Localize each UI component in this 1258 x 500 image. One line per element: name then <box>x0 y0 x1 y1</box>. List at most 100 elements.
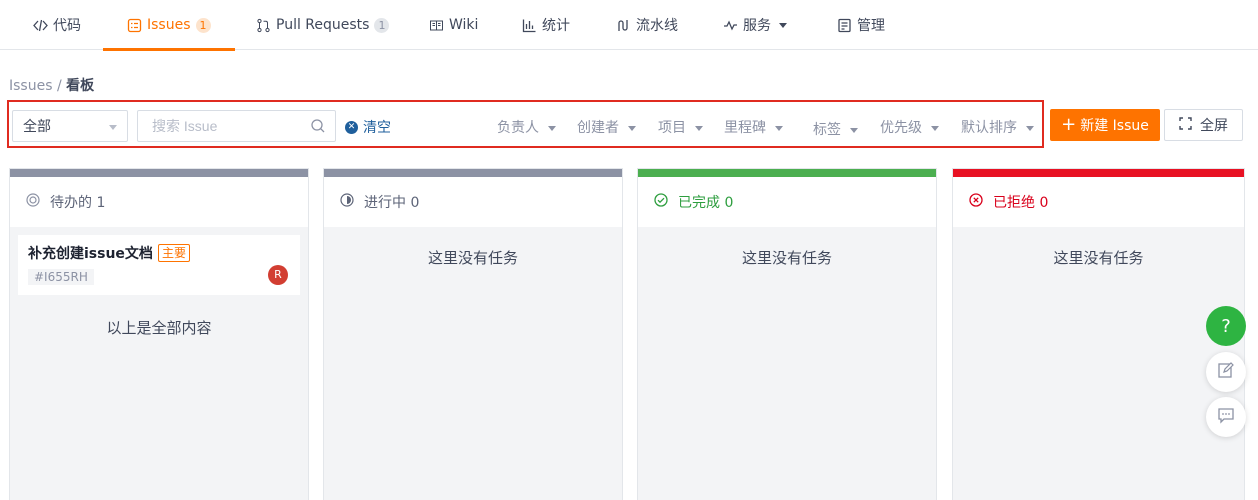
breadcrumb-separator: / <box>52 78 67 94</box>
tab-services[interactable]: 服务 <box>723 0 787 50</box>
filter-label: 里程碑 <box>724 120 766 136</box>
pull-request-icon <box>256 18 271 33</box>
issue-card-title-row: 补充创建issue文档 主要 <box>28 243 290 263</box>
close-icon: ✕ <box>345 120 358 134</box>
column-color-bar <box>638 169 936 177</box>
chevron-down-icon <box>931 125 939 131</box>
tab-label: Issues <box>147 17 191 33</box>
tab-label: 服务 <box>743 18 771 34</box>
issues-icon <box>127 18 142 33</box>
tab-label: 流水线 <box>636 18 678 34</box>
column-header: 进行中 0 <box>324 177 622 227</box>
pull-requests-count-badge: 1 <box>374 17 390 33</box>
board-column-done: 已完成 0 这里没有任务 <box>637 168 937 500</box>
chat-icon <box>1217 406 1235 428</box>
sort-select[interactable]: 默认排序 <box>961 117 1034 137</box>
board-column-todo: 待办的 1 补充创建issue文档 主要 #I655RH R 以上是全部内容 <box>9 168 309 500</box>
breadcrumb-root[interactable]: Issues <box>9 78 53 94</box>
new-issue-button[interactable]: + 新建 Issue <box>1050 109 1160 141</box>
filter-bar: 全部 ✕ 清空 负责人 创建者 项目 里程碑 标签 优先级 默认排序 <box>7 100 1044 148</box>
search-box <box>137 110 336 142</box>
chevron-down-icon <box>695 125 703 131</box>
search-icon[interactable] <box>310 118 326 134</box>
chevron-down-icon <box>628 125 636 131</box>
empty-column-text: 这里没有任务 <box>741 249 832 267</box>
stats-icon <box>522 18 537 33</box>
filter-label-tag[interactable]: 标签 <box>813 119 858 139</box>
filter-label: 项目 <box>658 120 686 136</box>
filter-creator[interactable]: 创建者 <box>577 117 636 137</box>
filter-priority[interactable]: 优先级 <box>880 117 939 137</box>
tab-code[interactable]: 代码 <box>33 0 81 50</box>
tab-wiki[interactable]: Wiki <box>429 0 478 50</box>
x-circle-icon <box>969 193 983 211</box>
issues-count-badge: 1 <box>195 17 211 33</box>
tab-label: 管理 <box>857 18 885 34</box>
scope-select[interactable]: 全部 <box>12 110 128 142</box>
empty-column-text: 这里没有任务 <box>427 249 518 267</box>
column-title: 已拒绝 0 <box>993 195 1049 211</box>
filter-milestone[interactable]: 里程碑 <box>724 117 783 137</box>
repo-nav: 代码 Issues 1 Pull Requests 1 Wiki 统计 流水线 … <box>0 0 1258 51</box>
priority-tag: 主要 <box>157 244 190 262</box>
manage-icon <box>837 18 852 33</box>
board-column-rejected: 已拒绝 0 这里没有任务 <box>952 168 1245 500</box>
avatar[interactable]: R <box>268 265 288 285</box>
chevron-down-icon <box>109 125 117 130</box>
column-title: 已完成 0 <box>678 195 734 211</box>
tab-pull-requests[interactable]: Pull Requests 1 <box>256 0 390 50</box>
filter-label: 优先级 <box>880 120 922 136</box>
empty-column-text: 这里没有任务 <box>1053 249 1144 267</box>
filter-assignee[interactable]: 负责人 <box>497 117 556 137</box>
tab-manage[interactable]: 管理 <box>837 0 885 50</box>
filter-label: 负责人 <box>497 120 539 136</box>
column-title: 待办的 1 <box>50 195 106 211</box>
fullscreen-icon <box>1179 116 1192 134</box>
column-color-bar <box>10 169 308 177</box>
filter-label: 默认排序 <box>961 120 1017 136</box>
issue-number: #I655RH <box>28 269 94 285</box>
column-title: 进行中 0 <box>364 195 420 211</box>
breadcrumb-current: 看板 <box>66 78 95 94</box>
fullscreen-button[interactable]: 全屏 <box>1164 109 1243 141</box>
service-icon <box>723 18 738 33</box>
code-icon <box>33 18 48 33</box>
tab-issues[interactable]: Issues 1 <box>103 0 234 51</box>
new-issue-label: 新建 Issue <box>1080 118 1149 134</box>
search-input[interactable] <box>138 111 298 141</box>
edit-icon <box>1217 361 1235 383</box>
clear-filters-button[interactable]: ✕ 清空 <box>345 117 391 137</box>
chevron-down-icon <box>1026 125 1034 131</box>
column-header: 已完成 0 <box>638 177 936 227</box>
tab-stats[interactable]: 统计 <box>522 0 570 50</box>
clear-label: 清空 <box>363 120 391 136</box>
end-of-list-text: 以上是全部内容 <box>106 319 212 337</box>
check-circle-icon <box>654 193 668 211</box>
feedback-button[interactable] <box>1206 352 1246 392</box>
tab-label: Pull Requests <box>276 17 370 33</box>
scope-select-value: 全部 <box>23 119 51 135</box>
column-color-bar <box>953 169 1244 177</box>
fullscreen-label: 全屏 <box>1200 118 1228 134</box>
chevron-down-icon <box>775 125 783 131</box>
tab-label: 统计 <box>542 18 570 34</box>
help-button[interactable]: ? <box>1206 306 1246 346</box>
tab-label: 代码 <box>53 18 81 34</box>
filter-project[interactable]: 项目 <box>658 117 703 137</box>
tab-pipeline[interactable]: 流水线 <box>616 0 678 50</box>
breadcrumb: Issues / 看板 <box>9 75 94 95</box>
column-header: 待办的 1 <box>10 177 308 227</box>
tab-label: Wiki <box>449 17 479 33</box>
board-column-in-progress: 进行中 0 这里没有任务 <box>323 168 623 500</box>
todo-status-icon <box>26 193 40 211</box>
issue-title[interactable]: 补充创建issue文档 <box>28 243 153 263</box>
column-color-bar <box>324 169 622 177</box>
filter-label: 标签 <box>813 122 841 138</box>
chevron-down-icon <box>850 127 858 133</box>
help-icon: ? <box>1221 315 1231 337</box>
chat-button[interactable] <box>1206 397 1246 437</box>
issue-card[interactable]: 补充创建issue文档 主要 #I655RH R <box>18 235 300 295</box>
pipeline-icon <box>616 18 631 33</box>
in-progress-status-icon <box>340 193 354 211</box>
column-header: 已拒绝 0 <box>953 177 1244 227</box>
